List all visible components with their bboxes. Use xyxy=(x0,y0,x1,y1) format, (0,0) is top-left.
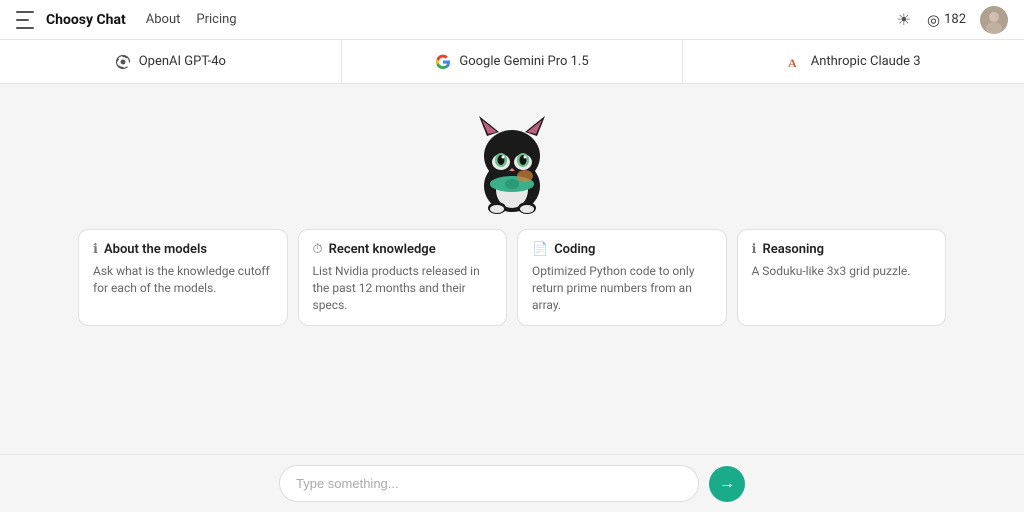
sun-icon: ☀ xyxy=(897,10,911,30)
navbar-right: ☀ ◎ 182 xyxy=(895,6,1008,34)
cat-mascot xyxy=(457,104,567,219)
credit-icon: ◎ xyxy=(927,11,940,29)
model-google[interactable]: Google Gemini Pro 1.5 xyxy=(342,40,684,83)
main-content: ℹ About the models Ask what is the knowl… xyxy=(0,84,1024,454)
card-recent-knowledge-header: ⏱ Recent knowledge xyxy=(313,242,493,257)
model-openai-label: OpenAI GPT-4o xyxy=(139,54,226,69)
credit-count: 182 xyxy=(944,12,966,27)
card-reasoning[interactable]: ℹ Reasoning A Soduku-like 3x3 grid puzzl… xyxy=(737,229,947,326)
reasoning-icon: ℹ xyxy=(752,242,757,257)
openai-icon xyxy=(115,54,131,70)
brand-logo: Choosy Chat xyxy=(46,12,126,28)
svg-text:A: A xyxy=(788,56,797,70)
send-button[interactable]: → xyxy=(709,466,745,502)
card-reasoning-title: Reasoning xyxy=(762,242,824,257)
sidebar-toggle-button[interactable] xyxy=(16,11,34,29)
nav-link-pricing[interactable]: Pricing xyxy=(196,12,236,27)
card-about-models[interactable]: ℹ About the models Ask what is the knowl… xyxy=(78,229,288,326)
model-openai[interactable]: OpenAI GPT-4o xyxy=(0,40,342,83)
send-icon: → xyxy=(719,475,735,493)
info-icon: ℹ xyxy=(93,242,98,257)
card-about-models-title: About the models xyxy=(104,242,207,257)
clock-icon: ⏱ xyxy=(313,242,323,257)
card-coding-desc: Optimized Python code to only return pri… xyxy=(532,263,712,313)
model-anthropic[interactable]: A Anthropic Claude 3 xyxy=(683,40,1024,83)
card-coding-header: 📄 Coding xyxy=(532,242,712,257)
input-bar: → xyxy=(0,454,1024,512)
card-coding[interactable]: 📄 Coding Optimized Python code to only r… xyxy=(517,229,727,326)
card-reasoning-desc: A Soduku-like 3x3 grid puzzle. xyxy=(752,263,932,280)
code-icon: 📄 xyxy=(532,242,548,257)
suggestion-cards: ℹ About the models Ask what is the knowl… xyxy=(62,229,962,326)
model-anthropic-label: Anthropic Claude 3 xyxy=(811,54,921,69)
nav-link-about[interactable]: About xyxy=(146,12,181,27)
anthropic-icon: A xyxy=(787,54,803,70)
navbar: Choosy Chat About Pricing ☀ ◎ 182 xyxy=(0,0,1024,40)
theme-toggle-button[interactable]: ☀ xyxy=(895,8,913,32)
card-reasoning-header: ℹ Reasoning xyxy=(752,242,932,257)
nav-links: About Pricing xyxy=(146,12,237,27)
card-recent-knowledge-desc: List Nvidia products released in the pas… xyxy=(313,263,493,313)
card-recent-knowledge[interactable]: ⏱ Recent knowledge List Nvidia products … xyxy=(298,229,508,326)
card-coding-title: Coding xyxy=(554,242,595,257)
user-avatar[interactable] xyxy=(980,6,1008,34)
credit-badge: ◎ 182 xyxy=(927,11,966,29)
chat-input[interactable] xyxy=(279,465,699,502)
model-google-label: Google Gemini Pro 1.5 xyxy=(459,54,588,69)
google-icon xyxy=(435,54,451,70)
card-about-models-header: ℹ About the models xyxy=(93,242,273,257)
navbar-left: Choosy Chat About Pricing xyxy=(16,11,237,29)
model-bar: OpenAI GPT-4o Google Gemini Pro 1.5 A An… xyxy=(0,40,1024,84)
card-recent-knowledge-title: Recent knowledge xyxy=(329,242,436,257)
card-about-models-desc: Ask what is the knowledge cutoff for eac… xyxy=(93,263,273,297)
